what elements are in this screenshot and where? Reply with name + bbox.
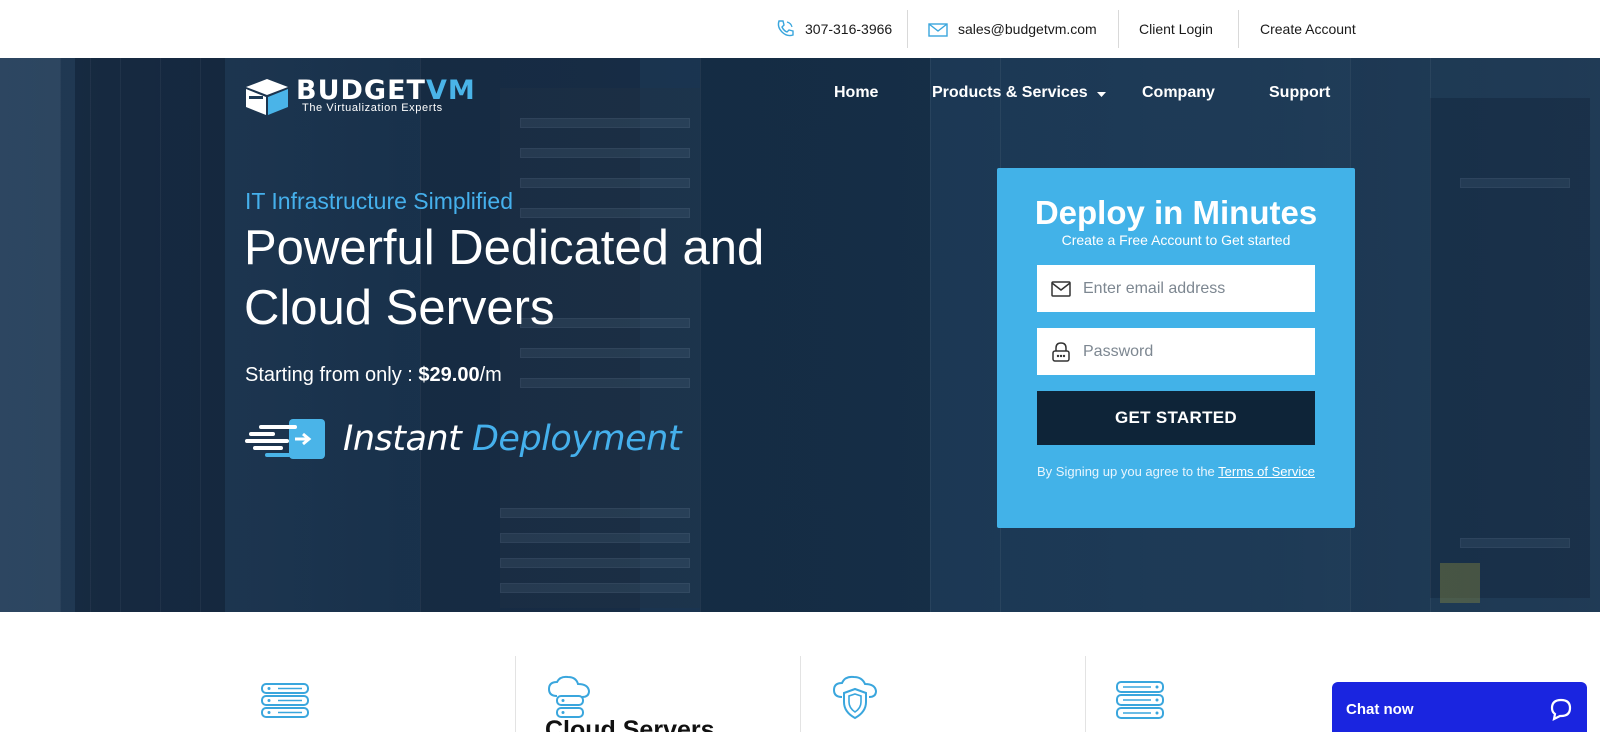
password-field[interactable]	[1037, 328, 1315, 375]
lock-icon	[1052, 341, 1070, 362]
price-value: $29.00	[418, 364, 480, 386]
phone-icon	[777, 20, 794, 37]
shield-icon	[832, 675, 878, 720]
feature-divider	[515, 656, 516, 732]
email-input[interactable]	[1083, 279, 1293, 298]
top-divider	[907, 10, 908, 48]
phone-number: 307-316-3966	[805, 21, 893, 37]
create-account-link[interactable]: Create Account	[1260, 0, 1356, 58]
client-login-link[interactable]: Client Login	[1139, 0, 1213, 58]
price-prefix: Starting from only :	[245, 364, 419, 386]
envelope-icon	[928, 23, 948, 37]
brand-logo[interactable]: BUDGETVM The Virtualization Experts	[244, 77, 476, 116]
top-divider	[1238, 10, 1239, 48]
top-bar: 307-316-3966 sales@budgetvm.com Client L…	[0, 0, 1600, 58]
get-started-button[interactable]: GET STARTED	[1037, 391, 1315, 445]
deployment-word: Deployment	[471, 419, 682, 459]
instant-word: Instant	[343, 419, 462, 459]
password-input[interactable]	[1083, 342, 1293, 361]
starting-price: Starting from only : $29.00/m	[245, 364, 502, 387]
fast-server-icon	[245, 419, 325, 459]
top-divider	[1118, 10, 1119, 48]
feature-divider	[1085, 656, 1086, 732]
chat-bubble-icon	[1550, 698, 1572, 721]
hero-section: BUDGETVM The Virtualization Experts Home…	[0, 58, 1600, 612]
phone-contact[interactable]: 307-316-3966	[775, 0, 892, 58]
email-address: sales@budgetvm.com	[958, 21, 1097, 37]
nav-home[interactable]: Home	[834, 84, 878, 102]
envelope-icon	[1051, 280, 1071, 297]
terms-notice: By Signing up you agree to the Terms of …	[1037, 464, 1337, 479]
nav-company[interactable]: Company	[1142, 84, 1215, 102]
instant-deployment-badge: Instant Deployment	[245, 416, 682, 462]
feature-divider	[800, 656, 801, 732]
signup-title: Deploy in Minutes	[1034, 194, 1318, 231]
signup-subtitle: Create a Free Account to Get started	[1061, 232, 1291, 248]
nav-support[interactable]: Support	[1269, 84, 1330, 102]
price-suffix: /m	[479, 364, 502, 386]
signup-card: Deploy in Minutes Create a Free Account …	[997, 168, 1355, 528]
storage-icon	[1116, 681, 1164, 719]
server-stack-icon	[261, 683, 309, 718]
email-field[interactable]	[1037, 265, 1315, 312]
chat-now-button[interactable]: Chat now	[1332, 682, 1587, 732]
nav-products-services[interactable]: Products & Services	[932, 84, 1106, 102]
terms-of-service-link[interactable]: Terms of Service	[1218, 464, 1315, 479]
caret-down-icon	[1096, 92, 1106, 97]
email-contact[interactable]: sales@budgetvm.com	[928, 0, 1097, 58]
chat-label: Chat now	[1346, 700, 1414, 718]
hero-headline: Powerful Dedicated and Cloud Servers	[244, 221, 765, 335]
feature-title-cloud-servers: Cloud Servers	[545, 716, 715, 732]
hero-eyebrow: IT Infrastructure Simplified	[245, 188, 514, 214]
nav-products-label: Products & Services	[932, 84, 1088, 101]
cube-logo-icon	[246, 79, 288, 115]
terms-prefix: By Signing up you agree to the	[1037, 464, 1219, 479]
